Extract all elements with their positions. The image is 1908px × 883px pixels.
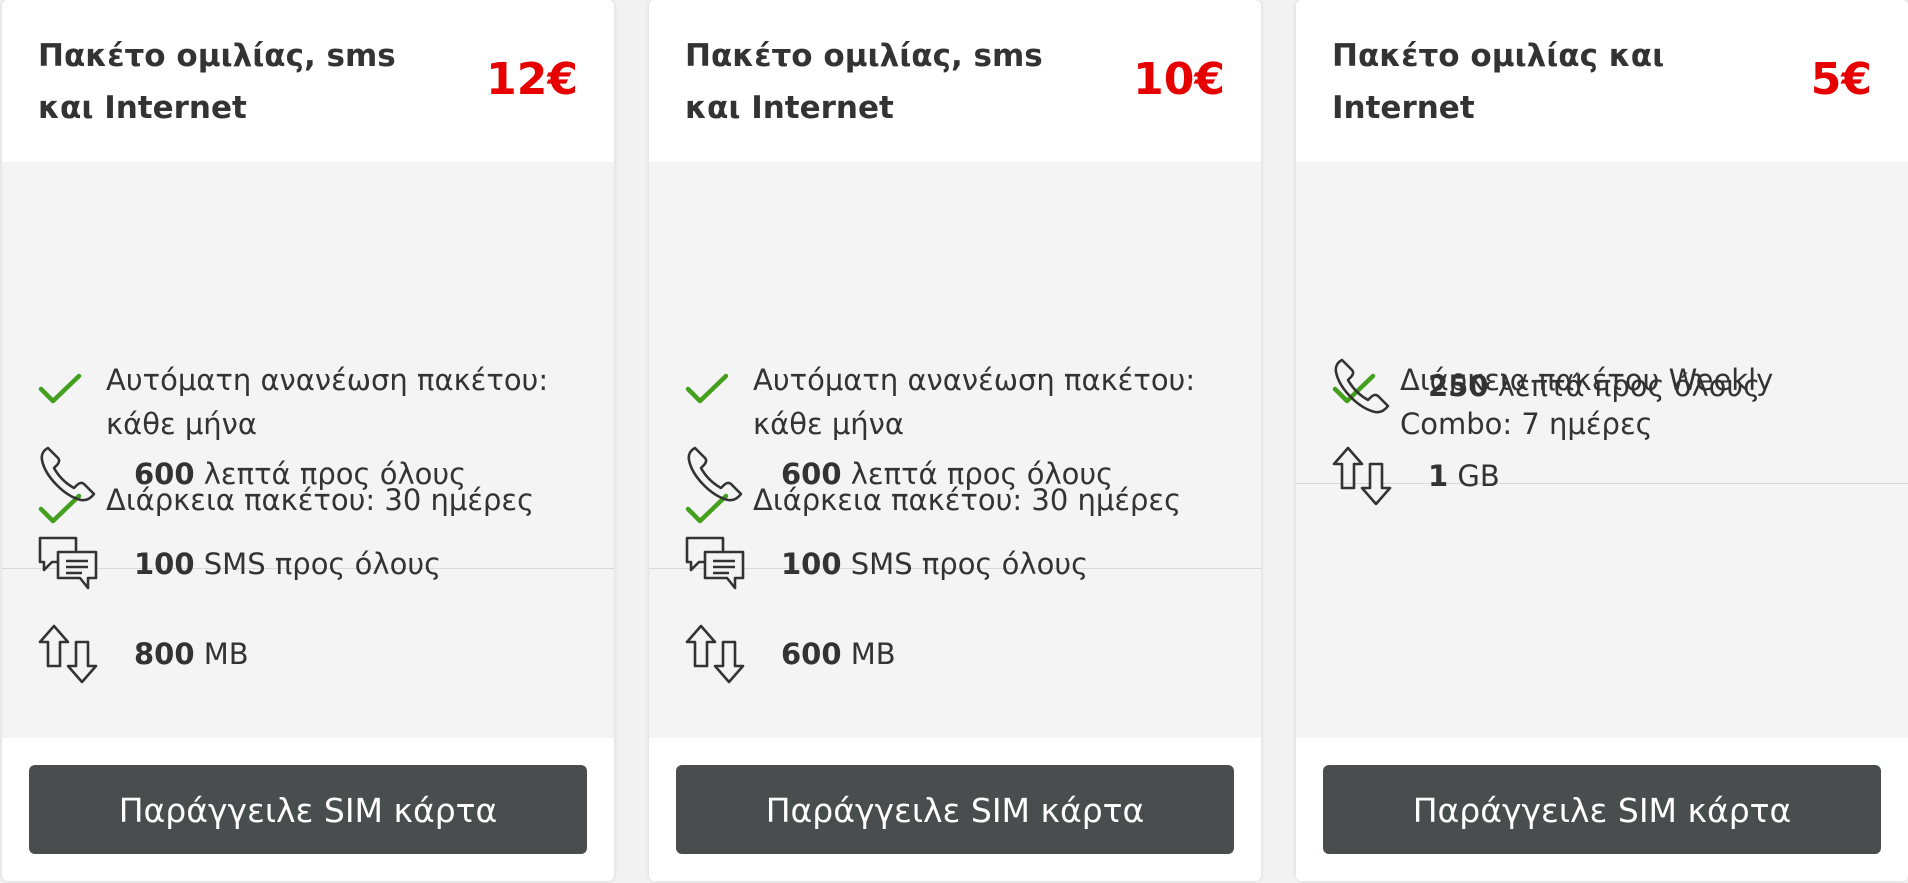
feature-text: Αυτόματη ανανέωση πακέτου: κάθε μήνα bbox=[753, 363, 1196, 441]
allowance-unit: MB bbox=[203, 637, 249, 671]
allowance-unit: GB bbox=[1457, 459, 1500, 493]
allowance-data: 1 GB bbox=[1332, 446, 1888, 506]
allowance-amount: 600 bbox=[781, 637, 842, 671]
plan-title: Πακέτο ομιλίας, sms και Internet bbox=[685, 38, 1043, 126]
plan-price: 10€ bbox=[1133, 54, 1225, 105]
sms-icon bbox=[685, 536, 745, 590]
allowance-calls: 250 λεπτά προς όλους bbox=[1332, 356, 1888, 416]
plan-price: 5€ bbox=[1810, 54, 1872, 105]
allowance-sms: 100 SMS προς όλους bbox=[38, 534, 594, 594]
allowance-unit: λεπτά προς όλους bbox=[1497, 369, 1761, 403]
plan-header: Πακέτο ομιλίας, sms και Internet 10€ bbox=[649, 0, 1261, 162]
phone-icon bbox=[40, 446, 96, 502]
data-icon bbox=[1332, 446, 1392, 506]
plan-header: Πακέτο ομιλίας και Internet 5€ bbox=[1296, 0, 1908, 162]
allowance-calls: 600 λεπτά προς όλους bbox=[38, 444, 594, 504]
data-icon bbox=[685, 624, 745, 684]
allowance-unit: MB bbox=[850, 637, 896, 671]
allowance-amount: 100 bbox=[781, 547, 842, 581]
data-icon bbox=[38, 624, 98, 684]
order-sim-button[interactable]: Παράγγειλε SIM κάρτα bbox=[1323, 765, 1881, 854]
allowance-data: 600 MB bbox=[685, 624, 1241, 684]
plan-price: 12€ bbox=[486, 54, 578, 105]
allowance-unit: λεπτά προς όλους bbox=[850, 457, 1114, 491]
plan-card: Πακέτο ομιλίας, sms και Internet 10€ Αυτ… bbox=[649, 0, 1261, 881]
allowance-amount: 1 bbox=[1428, 459, 1449, 493]
phone-icon bbox=[687, 446, 743, 502]
order-sim-button[interactable]: Παράγγειλε SIM κάρτα bbox=[29, 765, 587, 854]
plan-title: Πακέτο ομιλίας, sms και Internet bbox=[38, 38, 396, 126]
feature-text: Αυτόματη ανανέωση πακέτου: κάθε μήνα bbox=[106, 363, 549, 441]
allowance-amount: 800 bbox=[134, 637, 195, 671]
plan-footer: Παράγγειλε SIM κάρτα bbox=[649, 738, 1261, 881]
allowance-amount: 100 bbox=[134, 547, 195, 581]
allowance-amount: 600 bbox=[134, 457, 195, 491]
allowance-amount: 600 bbox=[781, 457, 842, 491]
plan-card: Πακέτο ομιλίας και Internet 5€ Διάρκεια … bbox=[1296, 0, 1908, 881]
plan-card: Πακέτο ομιλίας, sms και Internet 12€ Αυτ… bbox=[2, 0, 614, 881]
phone-icon bbox=[1334, 358, 1390, 414]
order-sim-button[interactable]: Παράγγειλε SIM κάρτα bbox=[676, 765, 1234, 854]
check-icon bbox=[685, 373, 729, 404]
plan-footer: Παράγγειλε SIM κάρτα bbox=[2, 738, 614, 881]
plan-footer: Παράγγειλε SIM κάρτα bbox=[1296, 738, 1908, 881]
allowance-amount: 250 bbox=[1428, 369, 1489, 403]
plan-header: Πακέτο ομιλίας, sms και Internet 12€ bbox=[2, 0, 614, 162]
allowance-unit: SMS προς όλους bbox=[850, 547, 1089, 581]
allowance-sms: 100 SMS προς όλους bbox=[685, 534, 1241, 594]
allowance-calls: 600 λεπτά προς όλους bbox=[685, 444, 1241, 504]
allowance-unit: SMS προς όλους bbox=[203, 547, 442, 581]
check-icon bbox=[38, 373, 82, 404]
sms-icon bbox=[38, 536, 98, 590]
plan-cards: Πακέτο ομιλίας, sms και Internet 12€ Αυτ… bbox=[0, 0, 1908, 883]
allowance-unit: λεπτά προς όλους bbox=[203, 457, 467, 491]
allowance-data: 800 MB bbox=[38, 624, 594, 684]
plan-title: Πακέτο ομιλίας και Internet bbox=[1332, 38, 1665, 126]
